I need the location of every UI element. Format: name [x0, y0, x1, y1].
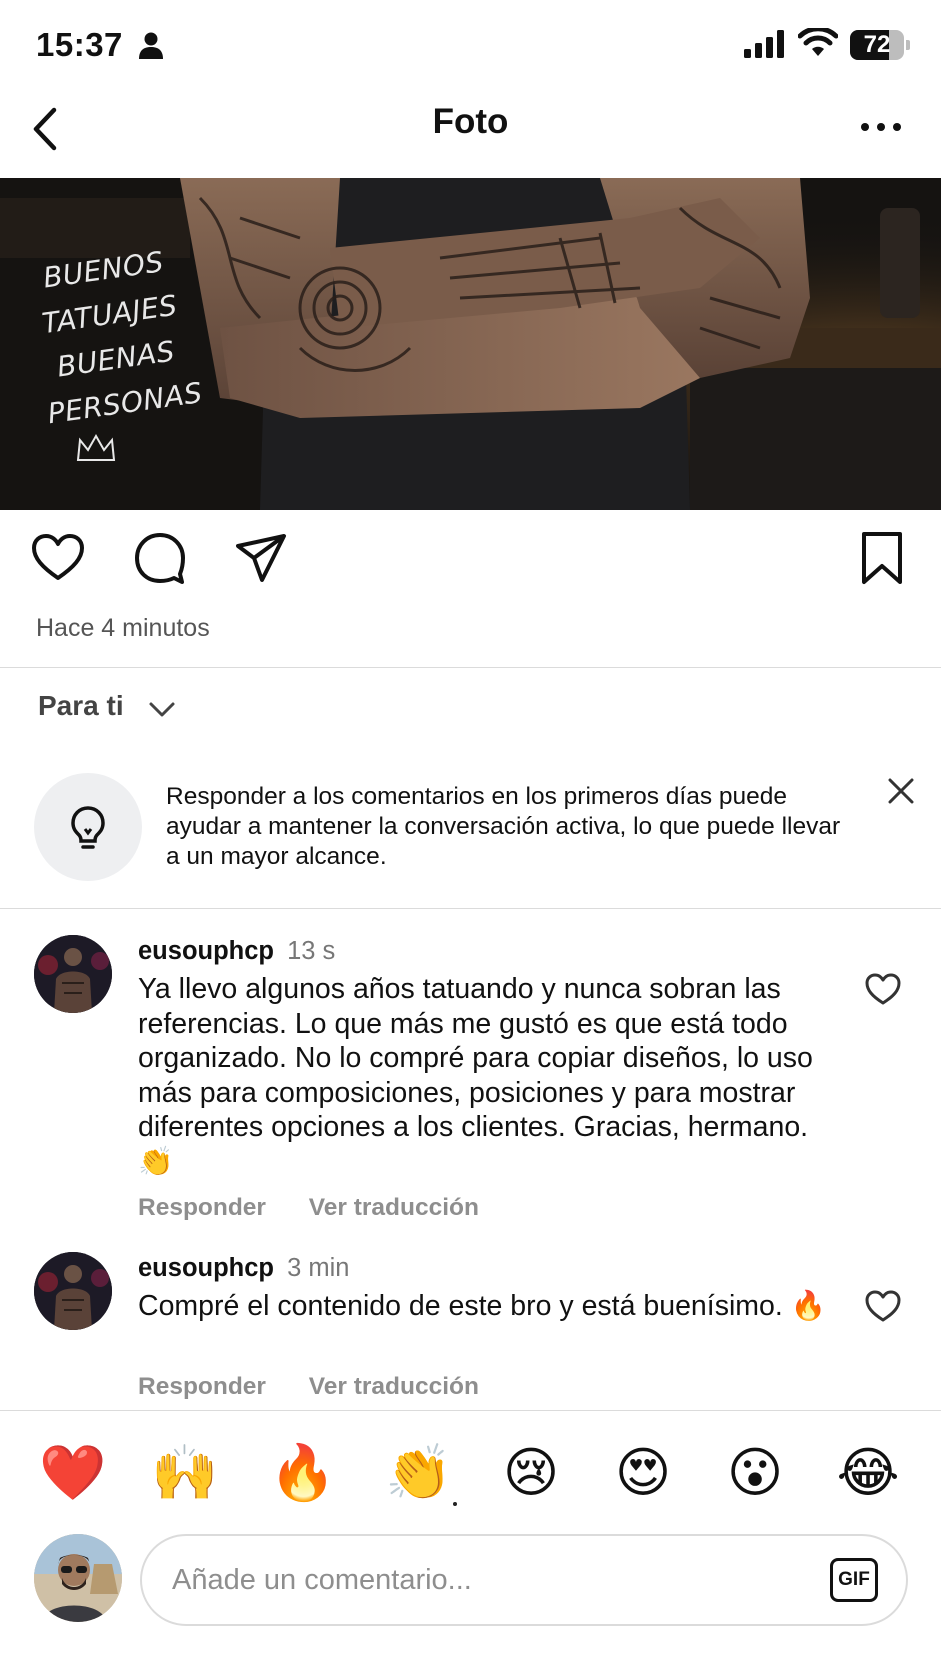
- status-time: 15:37: [36, 26, 123, 63]
- battery-level: 72: [863, 31, 891, 58]
- tip-text: Responder a los comentarios en los prime…: [166, 783, 841, 870]
- nav-header: Foto: [0, 90, 941, 176]
- reaction-surprised[interactable]: 😮: [720, 1438, 790, 1508]
- reaction-crying[interactable]: 😢: [496, 1438, 566, 1508]
- reaction-heart[interactable]: ❤️: [38, 1438, 108, 1508]
- comment-time: 13 s: [287, 937, 336, 965]
- comment-header: eusouphcp 13 s: [138, 937, 335, 966]
- battery-icon: 72: [850, 30, 910, 60]
- signal-icon: [744, 30, 784, 58]
- heart-icon[interactable]: [864, 1289, 902, 1323]
- divider: [0, 667, 941, 668]
- quick-reactions-bar: ❤️ 🙌 🔥 👏 😢 😍 😮 😂: [0, 1412, 941, 1532]
- divider: [0, 1410, 941, 1411]
- comment-composer: GIF: [140, 1534, 908, 1626]
- selection-dot: [453, 1502, 457, 1506]
- translate-button[interactable]: Ver traducción: [309, 1373, 479, 1400]
- close-icon[interactable]: [887, 777, 915, 805]
- comment-time: 3 min: [287, 1254, 350, 1282]
- person-icon: [139, 32, 163, 59]
- heart-icon[interactable]: [864, 972, 902, 1006]
- comment-username[interactable]: eusouphcp: [138, 937, 274, 965]
- reply-button[interactable]: Responder: [138, 1194, 266, 1221]
- reaction-fire[interactable]: 🔥: [268, 1438, 338, 1508]
- page-title: Foto: [432, 102, 509, 141]
- my-avatar: [34, 1534, 122, 1622]
- share-icon[interactable]: [234, 530, 290, 586]
- lightbulb-icon: [71, 806, 105, 849]
- reaction-clap[interactable]: 👏: [384, 1438, 454, 1508]
- comment-input[interactable]: [172, 1536, 772, 1624]
- gif-button[interactable]: GIF: [830, 1558, 878, 1602]
- more-horizontal-icon[interactable]: [860, 118, 902, 136]
- comment-actions: Responder Ver traducción: [138, 1194, 515, 1222]
- comment-header: eusouphcp 3 min: [138, 1254, 349, 1283]
- divider: [0, 908, 941, 909]
- status-bar: 15:37 72: [0, 0, 941, 90]
- bookmark-icon[interactable]: [854, 530, 910, 586]
- comment-actions: Responder Ver traducción: [138, 1373, 515, 1401]
- wifi-icon: [798, 28, 838, 56]
- reaction-heart-eyes[interactable]: 😍: [608, 1438, 678, 1508]
- translate-button[interactable]: Ver traducción: [309, 1194, 479, 1221]
- sort-dropdown-label[interactable]: Para ti: [38, 690, 124, 722]
- reaction-raised-hands[interactable]: 🙌: [150, 1438, 220, 1508]
- image-caption: BUENOS TATUAJES BUENAS PERSONAS: [26, 237, 204, 436]
- comment-text: Ya llevo algunos años tatuando y nunca s…: [138, 973, 813, 1178]
- reply-button[interactable]: Responder: [138, 1373, 266, 1400]
- reaction-laughing[interactable]: 😂: [833, 1438, 903, 1508]
- avatar[interactable]: [34, 1252, 112, 1330]
- tip-icon-circle: [34, 773, 142, 881]
- heart-icon[interactable]: [30, 530, 86, 586]
- comment-username[interactable]: eusouphcp: [138, 1254, 274, 1282]
- post-actions: [0, 530, 941, 600]
- chevron-down-icon[interactable]: [148, 700, 176, 720]
- post-image[interactable]: BUENOS TATUAJES BUENAS PERSONAS: [0, 178, 941, 510]
- avatar[interactable]: [34, 935, 112, 1013]
- post-timestamp: Hace 4 minutos: [36, 614, 210, 642]
- comment-icon[interactable]: [132, 530, 188, 586]
- comment-text: Compré el contenido de este bro y está b…: [138, 1290, 827, 1322]
